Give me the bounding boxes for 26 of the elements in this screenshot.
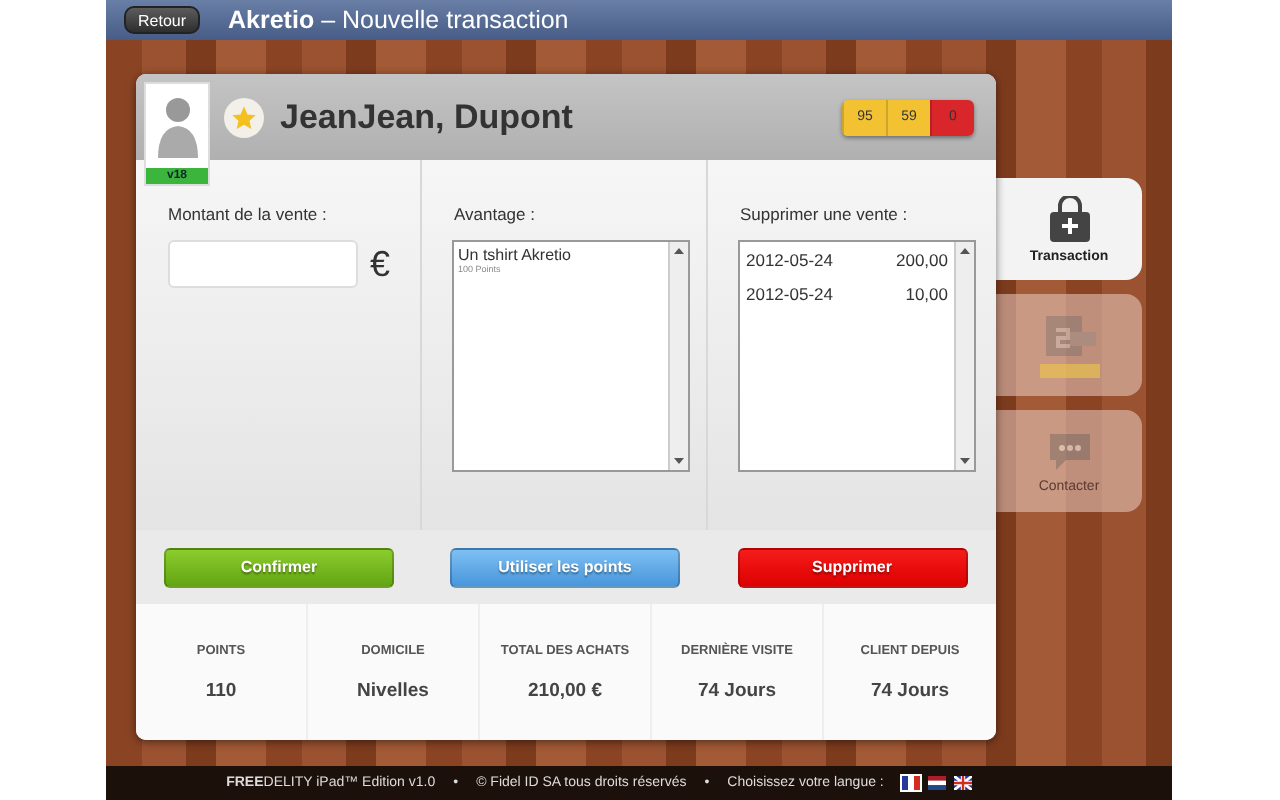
highlight-bar (1039, 363, 1099, 377)
uk-flag-icon[interactable] (953, 776, 972, 790)
currency-symbol: € (370, 243, 391, 285)
page-title: Akretio – Nouvelle transaction (228, 6, 569, 34)
stat-value: 74 Jours (870, 680, 950, 702)
stat-value: Nivelles (357, 680, 429, 702)
card-icon (1041, 313, 1097, 357)
stat-value: 74 Jours (697, 680, 777, 702)
field-label: Montant de la vente : (168, 204, 329, 224)
france-flag-icon[interactable] (901, 776, 920, 790)
sale-date[interactable]: 2012-05-24 (746, 250, 833, 270)
field-label: Avantage : (454, 204, 537, 224)
sale-date[interactable]: 2012-05-24 (746, 284, 833, 304)
person-silhouette-icon (155, 92, 199, 160)
netherlands-flag-icon[interactable] (927, 776, 946, 790)
delete-button[interactable]: Supprimer (737, 547, 967, 587)
field-label: Supprimer une vente : (740, 204, 910, 224)
amount-input-field[interactable] (168, 240, 358, 288)
sale-amount[interactable]: 10,00 (905, 284, 948, 304)
back-button[interactable]: Retour (124, 6, 201, 34)
sale-amount[interactable]: 200,00 (896, 250, 948, 270)
chat-bubble-icon (1045, 429, 1093, 473)
stat-value: 110 (205, 680, 237, 702)
stat-value: 210,00 € (528, 680, 602, 702)
customer-name: JeanJean, Dupont (280, 97, 575, 137)
shopping-bag-icon (1047, 195, 1091, 243)
